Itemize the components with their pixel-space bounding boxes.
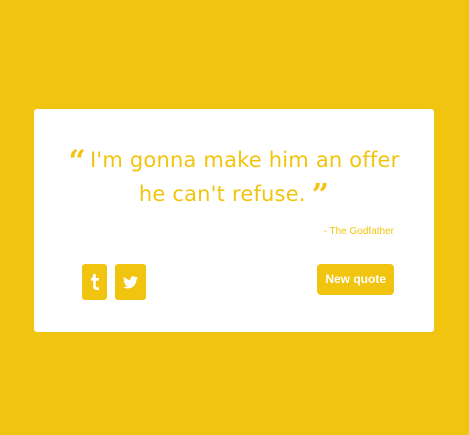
- new-quote-button[interactable]: New quote: [317, 264, 394, 295]
- twitter-share-button[interactable]: [115, 264, 146, 300]
- open-quote-icon: “: [68, 144, 86, 179]
- close-quote-icon: ”: [311, 178, 330, 213]
- tumblr-share-button[interactable]: [82, 264, 107, 300]
- tumblr-icon: [90, 274, 99, 290]
- quote-author: - The Godfather: [323, 226, 394, 237]
- quote-text: I'm gonna make him an offer he can't ref…: [89, 148, 400, 206]
- quote-card: “I'm gonna make him an offer he can't re…: [34, 109, 434, 332]
- twitter-icon: [123, 275, 138, 288]
- quote-text-block: “I'm gonna make him an offer he can't re…: [64, 143, 404, 211]
